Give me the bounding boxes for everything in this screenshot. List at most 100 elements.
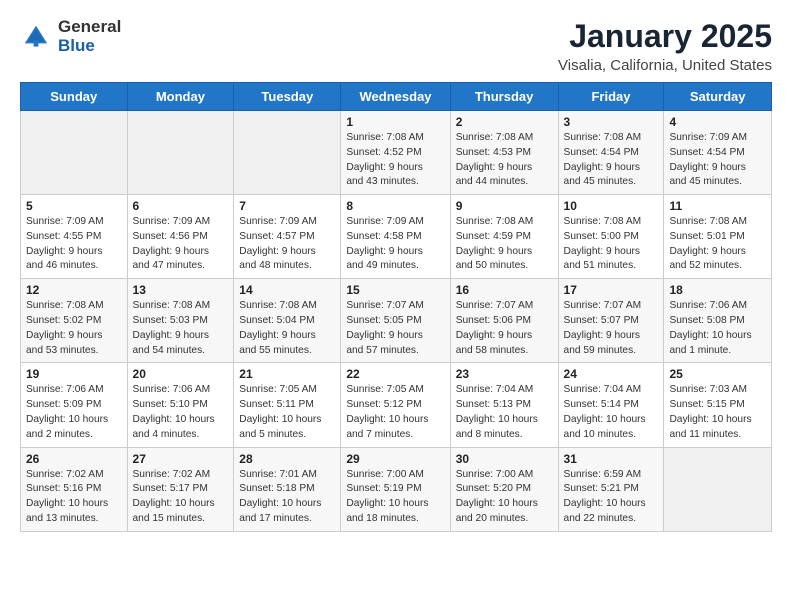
day-info: Sunrise: 7:08 AMSunset: 5:01 PMDaylight:… — [669, 215, 766, 274]
day-number: 21 — [239, 367, 335, 381]
weekday-header-wednesday: Wednesday — [341, 83, 450, 111]
day-number: 28 — [239, 452, 335, 466]
day-info: Sunrise: 7:08 AMSunset: 4:59 PMDaylight:… — [456, 215, 553, 274]
calendar-cell: 27 Sunrise: 7:02 AMSunset: 5:17 PMDayligh… — [127, 447, 234, 531]
day-info: Sunrise: 7:06 AMSunset: 5:10 PMDaylight:… — [133, 383, 229, 442]
day-number: 7 — [239, 199, 335, 213]
calendar-cell: 21 Sunrise: 7:05 AMSunset: 5:11 PMDayligh… — [234, 363, 341, 447]
calendar-cell — [127, 111, 234, 195]
calendar-cell: 4Sunrise: 7:09 AMSunset: 4:54 PMDaylight… — [664, 111, 772, 195]
day-number: 22 — [346, 367, 444, 381]
calendar-cell: 13Sunrise: 7:08 AMSunset: 5:03 PMDayligh… — [127, 279, 234, 363]
day-number: 18 — [669, 283, 766, 297]
day-info: Sunrise: 7:08 AMSunset: 5:02 PMDaylight:… — [26, 299, 122, 358]
day-info: Sunrise: 7:02 AMSunset: 5:17 PMDaylight:… — [133, 468, 229, 527]
day-info: Sunrise: 7:08 AMSunset: 5:00 PMDaylight:… — [564, 215, 659, 274]
day-info: Sunrise: 7:05 AMSunset: 5:12 PMDaylight:… — [346, 383, 444, 442]
weekday-header-saturday: Saturday — [664, 83, 772, 111]
calendar-cell: 19 Sunrise: 7:06 AMSunset: 5:09 PMDayligh… — [21, 363, 128, 447]
weekday-header-tuesday: Tuesday — [234, 83, 341, 111]
day-number: 25 — [669, 367, 766, 381]
day-number: 14 — [239, 283, 335, 297]
calendar-week-row: 26 Sunrise: 7:02 AMSunset: 5:16 PMDayligh… — [21, 447, 772, 531]
day-info: Sunrise: 7:09 AMSunset: 4:55 PMDaylight:… — [26, 215, 122, 274]
day-number: 5 — [26, 199, 122, 213]
day-info: Sunrise: 7:01 AMSunset: 5:18 PMDaylight:… — [239, 468, 335, 527]
calendar-week-row: 19 Sunrise: 7:06 AMSunset: 5:09 PMDayligh… — [21, 363, 772, 447]
logo-icon — [20, 21, 52, 53]
day-number: 8 — [346, 199, 444, 213]
day-info: Sunrise: 7:06 AMSunset: 5:09 PMDaylight:… — [26, 383, 122, 442]
day-number: 27 — [133, 452, 229, 466]
day-number: 29 — [346, 452, 444, 466]
day-info: Sunrise: 7:09 AMSunset: 4:58 PMDaylight:… — [346, 215, 444, 274]
calendar-cell: 28 Sunrise: 7:01 AMSunset: 5:18 PMDayligh… — [234, 447, 341, 531]
calendar-cell: 8 Sunrise: 7:09 AMSunset: 4:58 PMDaylight… — [341, 195, 450, 279]
calendar-page: General Blue January 2025 Visalia, Calif… — [0, 0, 792, 550]
calendar-cell: 30 Sunrise: 7:00 AMSunset: 5:20 PMDayligh… — [450, 447, 558, 531]
calendar-cell: 17 Sunrise: 7:07 AMSunset: 5:07 PMDayligh… — [558, 279, 664, 363]
calendar-cell: 26 Sunrise: 7:02 AMSunset: 5:16 PMDayligh… — [21, 447, 128, 531]
day-number: 19 — [26, 367, 122, 381]
day-info: Sunrise: 7:05 AMSunset: 5:11 PMDaylight:… — [239, 383, 335, 442]
day-info: Sunrise: 7:08 AMSunset: 5:03 PMDaylight:… — [133, 299, 229, 358]
day-info: Sunrise: 6:59 AMSunset: 5:21 PMDaylight:… — [564, 468, 659, 527]
page-header: General Blue January 2025 Visalia, Calif… — [20, 18, 772, 74]
calendar-cell: 5 Sunrise: 7:09 AMSunset: 4:55 PMDaylight… — [21, 195, 128, 279]
day-number: 6 — [133, 199, 229, 213]
calendar-cell: 24Sunrise: 7:04 AMSunset: 5:14 PMDayligh… — [558, 363, 664, 447]
calendar-cell: 2Sunrise: 7:08 AMSunset: 4:53 PMDaylight… — [450, 111, 558, 195]
calendar-table: SundayMondayTuesdayWednesdayThursdayFrid… — [20, 82, 772, 532]
day-info: Sunrise: 7:08 AMSunset: 4:54 PMDaylight:… — [564, 131, 659, 190]
day-info: Sunrise: 7:08 AMSunset: 5:04 PMDaylight:… — [239, 299, 335, 358]
day-number: 17 — [564, 283, 659, 297]
calendar-cell: 23Sunrise: 7:04 AMSunset: 5:13 PMDayligh… — [450, 363, 558, 447]
day-number: 24 — [564, 367, 659, 381]
subtitle: Visalia, California, United States — [558, 57, 772, 74]
weekday-header-row: SundayMondayTuesdayWednesdayThursdayFrid… — [21, 83, 772, 111]
day-number: 2 — [456, 115, 553, 129]
logo-blue: Blue — [58, 37, 121, 56]
day-number: 9 — [456, 199, 553, 213]
calendar-cell: 14 Sunrise: 7:08 AMSunset: 5:04 PMDayligh… — [234, 279, 341, 363]
weekday-header-monday: Monday — [127, 83, 234, 111]
calendar-cell: 3Sunrise: 7:08 AMSunset: 4:54 PMDaylight… — [558, 111, 664, 195]
day-number: 1 — [346, 115, 444, 129]
day-info: Sunrise: 7:07 AMSunset: 5:07 PMDaylight:… — [564, 299, 659, 358]
day-number: 15 — [346, 283, 444, 297]
calendar-cell: 12Sunrise: 7:08 AMSunset: 5:02 PMDayligh… — [21, 279, 128, 363]
logo: General Blue — [20, 18, 121, 55]
calendar-cell: 20 Sunrise: 7:06 AMSunset: 5:10 PMDayligh… — [127, 363, 234, 447]
weekday-header-thursday: Thursday — [450, 83, 558, 111]
calendar-week-row: 12Sunrise: 7:08 AMSunset: 5:02 PMDayligh… — [21, 279, 772, 363]
title-block: January 2025 Visalia, California, United… — [558, 18, 772, 74]
day-info: Sunrise: 7:06 AMSunset: 5:08 PMDaylight:… — [669, 299, 766, 358]
weekday-header-sunday: Sunday — [21, 83, 128, 111]
calendar-cell: 16 Sunrise: 7:07 AMSunset: 5:06 PMDayligh… — [450, 279, 558, 363]
calendar-cell: 31 Sunrise: 6:59 AMSunset: 5:21 PMDayligh… — [558, 447, 664, 531]
day-info: Sunrise: 7:09 AMSunset: 4:56 PMDaylight:… — [133, 215, 229, 274]
day-number: 4 — [669, 115, 766, 129]
calendar-cell: 22 Sunrise: 7:05 AMSunset: 5:12 PMDayligh… — [341, 363, 450, 447]
day-info: Sunrise: 7:07 AMSunset: 5:05 PMDaylight:… — [346, 299, 444, 358]
calendar-cell: 25Sunrise: 7:03 AMSunset: 5:15 PMDayligh… — [664, 363, 772, 447]
calendar-cell: 29Sunrise: 7:00 AMSunset: 5:19 PMDayligh… — [341, 447, 450, 531]
calendar-cell: 18 Sunrise: 7:06 AMSunset: 5:08 PMDayligh… — [664, 279, 772, 363]
day-number: 30 — [456, 452, 553, 466]
calendar-cell — [234, 111, 341, 195]
calendar-cell: 15 Sunrise: 7:07 AMSunset: 5:05 PMDayligh… — [341, 279, 450, 363]
day-number: 26 — [26, 452, 122, 466]
day-info: Sunrise: 7:02 AMSunset: 5:16 PMDaylight:… — [26, 468, 122, 527]
calendar-cell: 1Sunrise: 7:08 AMSunset: 4:52 PMDaylight… — [341, 111, 450, 195]
logo-general: General — [58, 18, 121, 37]
day-number: 16 — [456, 283, 553, 297]
calendar-cell: 9 Sunrise: 7:08 AMSunset: 4:59 PMDaylight… — [450, 195, 558, 279]
calendar-cell — [664, 447, 772, 531]
calendar-cell: 11Sunrise: 7:08 AMSunset: 5:01 PMDayligh… — [664, 195, 772, 279]
calendar-cell: 10Sunrise: 7:08 AMSunset: 5:00 PMDayligh… — [558, 195, 664, 279]
day-number: 20 — [133, 367, 229, 381]
day-info: Sunrise: 7:00 AMSunset: 5:20 PMDaylight:… — [456, 468, 553, 527]
day-info: Sunrise: 7:07 AMSunset: 5:06 PMDaylight:… — [456, 299, 553, 358]
day-number: 31 — [564, 452, 659, 466]
logo-text: General Blue — [58, 18, 121, 55]
